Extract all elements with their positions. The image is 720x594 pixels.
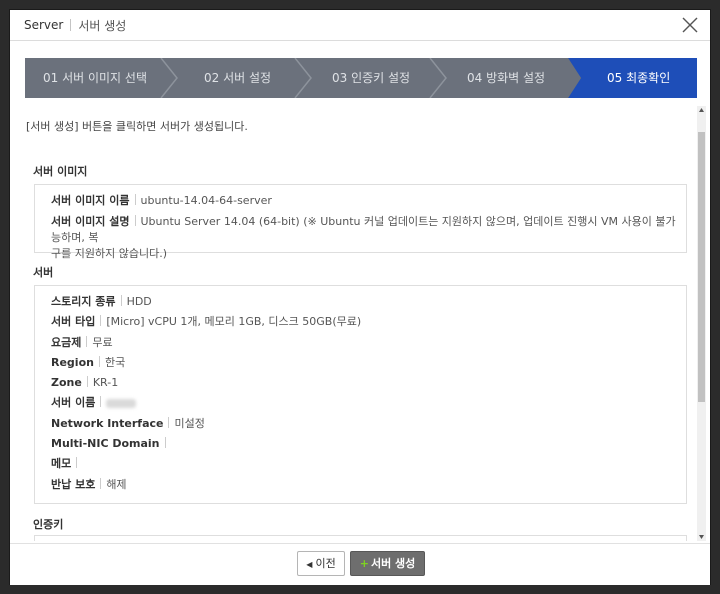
row-key: 서버 이미지 이름 — [51, 194, 130, 207]
step-1[interactable]: 01 서버 이미지 선택 — [43, 58, 147, 98]
row-separator — [86, 336, 88, 347]
auth-key-box: 인증키 이름stima-naver — [34, 535, 687, 541]
title-separator — [70, 19, 72, 31]
previous-button[interactable]: ◀ 이전 — [297, 551, 345, 576]
row-multi-nic-domain: Multi-NIC Domain — [51, 436, 171, 452]
server-box: 스토리지 종류 HDD 서버 타입 [Micro] vCPU 1개, 메모리 1GB… — [34, 285, 687, 504]
section-title-server-image: 서버 이미지 — [33, 165, 88, 178]
row-separator — [100, 478, 102, 489]
row-separator — [134, 194, 136, 205]
row-value: Ubuntu Server 14.04 (64-bit) (※ Ubuntu 커… — [51, 215, 676, 244]
plus-icon: + — [359, 557, 369, 570]
row-value: 미설정 — [174, 417, 205, 430]
row-key: 반납 보호 — [51, 478, 96, 491]
intro-text: [서버 생성] 버튼을 클릭하면 서버가 생성됩니다. — [26, 120, 248, 133]
row-separator — [168, 417, 170, 428]
row-value: 해제 — [106, 478, 127, 491]
row-memo: 메모 — [51, 456, 82, 472]
row-separator — [134, 215, 136, 226]
close-icon — [682, 17, 698, 33]
server-image-box: 서버 이미지 이름 ubuntu-14.04-64-server 서버 이미지 설… — [34, 184, 687, 260]
row-value: ubuntu-14.04-64-server — [140, 194, 272, 207]
row-key: 서버 이미지 설명 — [51, 215, 130, 228]
row-value: 무료 — [92, 336, 113, 349]
scroll-down-arrow-icon[interactable] — [698, 533, 705, 541]
previous-button-label: 이전 — [315, 557, 336, 570]
row-separator — [76, 457, 78, 468]
content-scrollbar[interactable] — [697, 106, 706, 541]
review-content: [서버 생성] 버튼을 클릭하면 서버가 생성됩니다. 서버 이미지 서버 이미… — [10, 106, 696, 541]
create-server-button[interactable]: + 서버 생성 — [350, 551, 425, 576]
row-separator — [98, 356, 100, 367]
row-key: 서버 타입 — [51, 315, 96, 328]
section-title-server: 서버 — [33, 266, 54, 279]
row-separator — [120, 295, 122, 306]
step-3[interactable]: 03 인증키 설정 — [332, 58, 410, 98]
row-server-type: 서버 타입 [Micro] vCPU 1개, 메모리 1GB, 디스크 50GB(… — [51, 314, 361, 330]
dialog-footer: ◀ 이전 + 서버 생성 — [10, 543, 710, 585]
step-4[interactable]: 04 방화벽 설정 — [467, 58, 545, 98]
row-key: 메모 — [51, 457, 72, 470]
create-server-dialog: Server 서버 생성 01 서버 이미지 선택 02 서버 설정 03 인증… — [10, 10, 710, 585]
row-key: Network Interface — [51, 417, 164, 430]
row-separator — [100, 396, 102, 407]
row-value-continued: 구를 지원하지 않습니다.) — [51, 247, 167, 260]
row-separator — [164, 437, 166, 448]
redacted-server-name — [106, 398, 137, 408]
chevron-left-icon: ◀ — [306, 560, 313, 569]
step-5-current[interactable]: 05 최종확인 — [607, 58, 670, 98]
row-value: KR-1 — [92, 376, 119, 389]
scroll-up-arrow-icon[interactable] — [698, 106, 705, 114]
row-zone: Zone KR-1 — [51, 375, 118, 391]
row-key: Region — [51, 356, 94, 369]
row-key: 요금제 — [51, 336, 82, 349]
row-separator — [86, 376, 88, 387]
row-network-interface: Network Interface 미설정 — [51, 416, 205, 432]
step-2[interactable]: 02 서버 설정 — [204, 58, 271, 98]
row-region: Region 한국 — [51, 355, 125, 371]
row-storage-type: 스토리지 종류 HDD — [51, 294, 152, 310]
row-value: [Micro] vCPU 1개, 메모리 1GB, 디스크 50GB(무료) — [106, 315, 362, 328]
row-key: Multi-NIC Domain — [51, 437, 160, 450]
row-image-description: 서버 이미지 설명 Ubuntu Server 14.04 (64-bit) (※… — [51, 214, 676, 262]
wizard-stepper: 01 서버 이미지 선택 02 서버 설정 03 인증키 설정 04 방화벽 설… — [25, 58, 697, 98]
row-value: 한국 — [104, 356, 126, 369]
row-return-protection: 반납 보호 해제 — [51, 477, 127, 493]
row-separator — [100, 315, 102, 326]
dialog-title: 서버 생성 — [78, 18, 127, 33]
row-key: Zone — [51, 376, 82, 389]
row-pricing-plan: 요금제 무료 — [51, 335, 113, 351]
row-value: HDD — [126, 295, 152, 308]
app-name: Server — [24, 18, 64, 32]
dialog-titlebar: Server 서버 생성 — [10, 10, 710, 41]
row-key: 스토리지 종류 — [51, 295, 116, 308]
row-key: 서버 이름 — [51, 396, 96, 409]
section-title-auth-key: 인증키 — [33, 518, 64, 531]
scroll-thumb[interactable] — [698, 132, 705, 402]
close-button[interactable] — [680, 15, 700, 35]
row-server-name: 서버 이름 — [51, 395, 137, 411]
create-server-button-label: 서버 생성 — [370, 557, 416, 570]
row-image-name: 서버 이미지 이름 ubuntu-14.04-64-server — [51, 193, 272, 209]
